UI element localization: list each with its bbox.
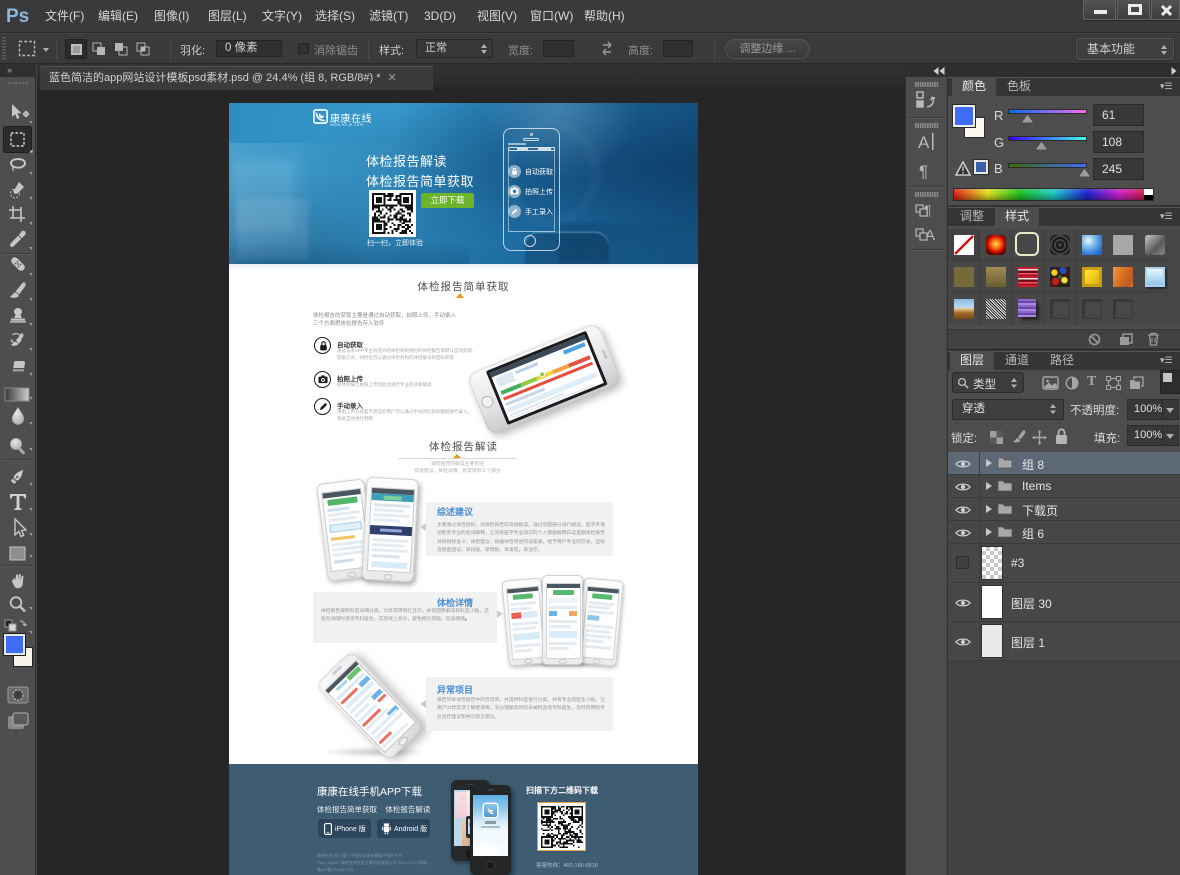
svg-text:A: A bbox=[918, 133, 930, 152]
svg-text:¶: ¶ bbox=[919, 162, 928, 181]
